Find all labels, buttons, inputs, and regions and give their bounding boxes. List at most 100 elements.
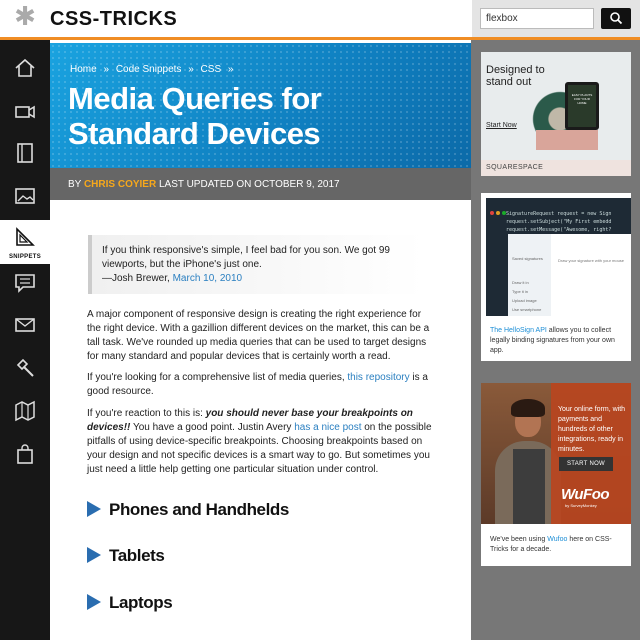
wufoo-tagline: by SurveyMonkey (565, 503, 597, 508)
person-hair (511, 399, 545, 417)
breadcrumb-css[interactable]: CSS (201, 64, 222, 75)
search-icon (610, 12, 623, 25)
wufoo-logo: WuFoo (561, 486, 610, 503)
person-apron (513, 449, 545, 524)
window-dot (490, 211, 494, 215)
paragraph-repository: If you're looking for a comprehensive li… (87, 371, 435, 399)
book-icon (17, 143, 33, 163)
byline: BY CHRIS COYIER LAST UPDATED ON OCTOBER … (50, 168, 471, 200)
paragraph-breakpoints: If you're reaction to this is: you shoul… (87, 407, 435, 477)
breadcrumb-separator: » (227, 64, 234, 75)
image-icon (15, 188, 35, 204)
page-title: Media Queries for Standard Devices (68, 81, 322, 151)
squarespace-logo: SQUARESPACE (486, 164, 544, 171)
decorative-block (536, 130, 598, 150)
byline-by: BY (68, 179, 82, 190)
home-icon (15, 58, 35, 77)
panel-item: Upload image (512, 298, 537, 303)
nice-post-link[interactable]: has a nice post (294, 422, 361, 433)
triangle-icon (87, 501, 101, 517)
ad-description: We've been using Wufoo here on CSS-Trick… (490, 535, 625, 555)
mail-icon (15, 318, 35, 332)
left-nav: SNIPPETS (0, 40, 50, 640)
ad-text: We've been using (490, 536, 546, 543)
blockquote: If you think responsive's simple, I feel… (88, 235, 424, 294)
article-hero: Home » Code Snippets » CSS » Media Queri… (50, 43, 471, 168)
nav-item-store[interactable] (0, 435, 50, 473)
quote-date-link[interactable]: March 10, 2010 (173, 273, 243, 284)
quote-attribution: —Josh Brewer, March 10, 2010 (102, 272, 414, 286)
breadcrumb-home[interactable]: Home (70, 64, 97, 75)
quote-author: —Josh Brewer, (102, 273, 170, 284)
tablet-text: EASY PLANTS FOR YOUR HOME (571, 93, 593, 105)
paragraph-intro: A major component of responsive design i… (87, 309, 430, 362)
asterisk-icon[interactable]: ✱ (14, 4, 36, 30)
heading-phones: Phones and Handhelds (87, 500, 289, 522)
code-screenshot: SignatureRequest request = new Sign requ… (486, 198, 631, 316)
snippets-icon (16, 227, 35, 246)
map-icon (15, 400, 35, 422)
heading-text: Laptops (109, 593, 173, 612)
heading-text: Phones and Handhelds (109, 500, 289, 519)
search-input[interactable] (480, 8, 594, 29)
panel-item: Type it in (512, 289, 529, 294)
text: If you're reaction to this is: (87, 408, 203, 419)
site-logo[interactable]: CSS-TRICKS (50, 8, 177, 31)
right-rail: EASY PLANTS FOR YOUR HOME Designed to st… (471, 40, 640, 640)
article-body: If you think responsive's simple, I feel… (50, 200, 471, 640)
breadcrumb-separator: » (188, 64, 194, 75)
wufoo-link[interactable]: Wufoo (547, 536, 567, 543)
hellosign-ad[interactable]: SignatureRequest request = new Sign requ… (481, 193, 631, 361)
panel-item: Use smartphone (512, 307, 542, 312)
updated-date: LAST UPDATED ON OCTOBER 9, 2017 (158, 179, 340, 190)
triangle-icon (87, 594, 101, 610)
signature-panel: Saved signatures Draw it in Type it in U… (508, 234, 631, 316)
heading-tablets: Tablets (87, 546, 165, 568)
tablet-screen: EASY PLANTS FOR YOUR HOME (568, 85, 596, 127)
code-line: request.setSubject("My First embedd (506, 219, 612, 225)
nav-item-newsletter[interactable] (0, 306, 50, 344)
hellosign-link[interactable]: The HelloSign API (490, 327, 547, 334)
panel-item: Saved signatures (512, 256, 543, 261)
wufoo-ad[interactable]: Your online form, with payments and hund… (481, 383, 631, 566)
nav-item-snippets[interactable]: SNIPPETS (0, 220, 50, 264)
nav-item-map[interactable] (0, 392, 50, 430)
heading-text: Tablets (109, 546, 165, 565)
panel-sidebar: Saved signatures Draw it in Type it in U… (508, 234, 551, 316)
hammer-icon (16, 358, 34, 377)
site-header: ✱ CSS-TRICKS (0, 0, 640, 40)
nav-item-label: SNIPPETS (8, 254, 42, 260)
text: If you're looking for a comprehensive li… (87, 372, 345, 383)
breadcrumb-code-snippets[interactable]: Code Snippets (116, 64, 182, 75)
triangle-icon (87, 547, 101, 563)
nav-item-gallery[interactable] (0, 177, 50, 215)
panel-hint: Draw your signature with your mouse (558, 258, 625, 263)
code-line: request.setMessage("Awesome, right? (506, 227, 612, 233)
nav-item-forums[interactable] (0, 264, 50, 302)
ad-title: Designed to stand out (486, 64, 545, 88)
nav-item-tools[interactable] (0, 349, 50, 387)
tablet-image: EASY PLANTS FOR YOUR HOME (565, 82, 599, 130)
ad-description: The HelloSign API allows you to collect … (490, 326, 625, 356)
quote-text: If you think responsive's simple, I feel… (102, 245, 390, 270)
panel-item: Draw it in (512, 280, 529, 285)
nav-item-videos[interactable] (0, 92, 50, 130)
nav-item-home[interactable] (0, 49, 50, 87)
breadcrumb-separator: » (103, 64, 110, 75)
video-camera-icon (15, 105, 35, 119)
code-line: SignatureRequest request = new Sign (506, 211, 612, 217)
ad-cta-link[interactable]: Start Now (486, 122, 517, 129)
breadcrumb: Home » Code Snippets » CSS » (70, 64, 237, 75)
text: You have a good point. Justin Avery (132, 422, 292, 433)
window-dot (496, 211, 500, 215)
heading-laptops: Laptops (87, 593, 173, 615)
start-now-button[interactable]: START NOW (559, 457, 613, 471)
nav-item-guides[interactable] (0, 134, 50, 172)
author-link[interactable]: CHRIS COYIER (84, 179, 156, 190)
repository-link[interactable]: this repository (347, 372, 409, 383)
page: ✱ CSS-TRICKS flexbox SNIPPETS Home » Cod… (0, 0, 640, 640)
search-button[interactable] (601, 8, 631, 29)
squarespace-ad[interactable]: EASY PLANTS FOR YOUR HOME Designed to st… (481, 52, 631, 176)
ad-copy: Your online form, with payments and hund… (558, 406, 626, 453)
chat-icon (15, 274, 35, 293)
